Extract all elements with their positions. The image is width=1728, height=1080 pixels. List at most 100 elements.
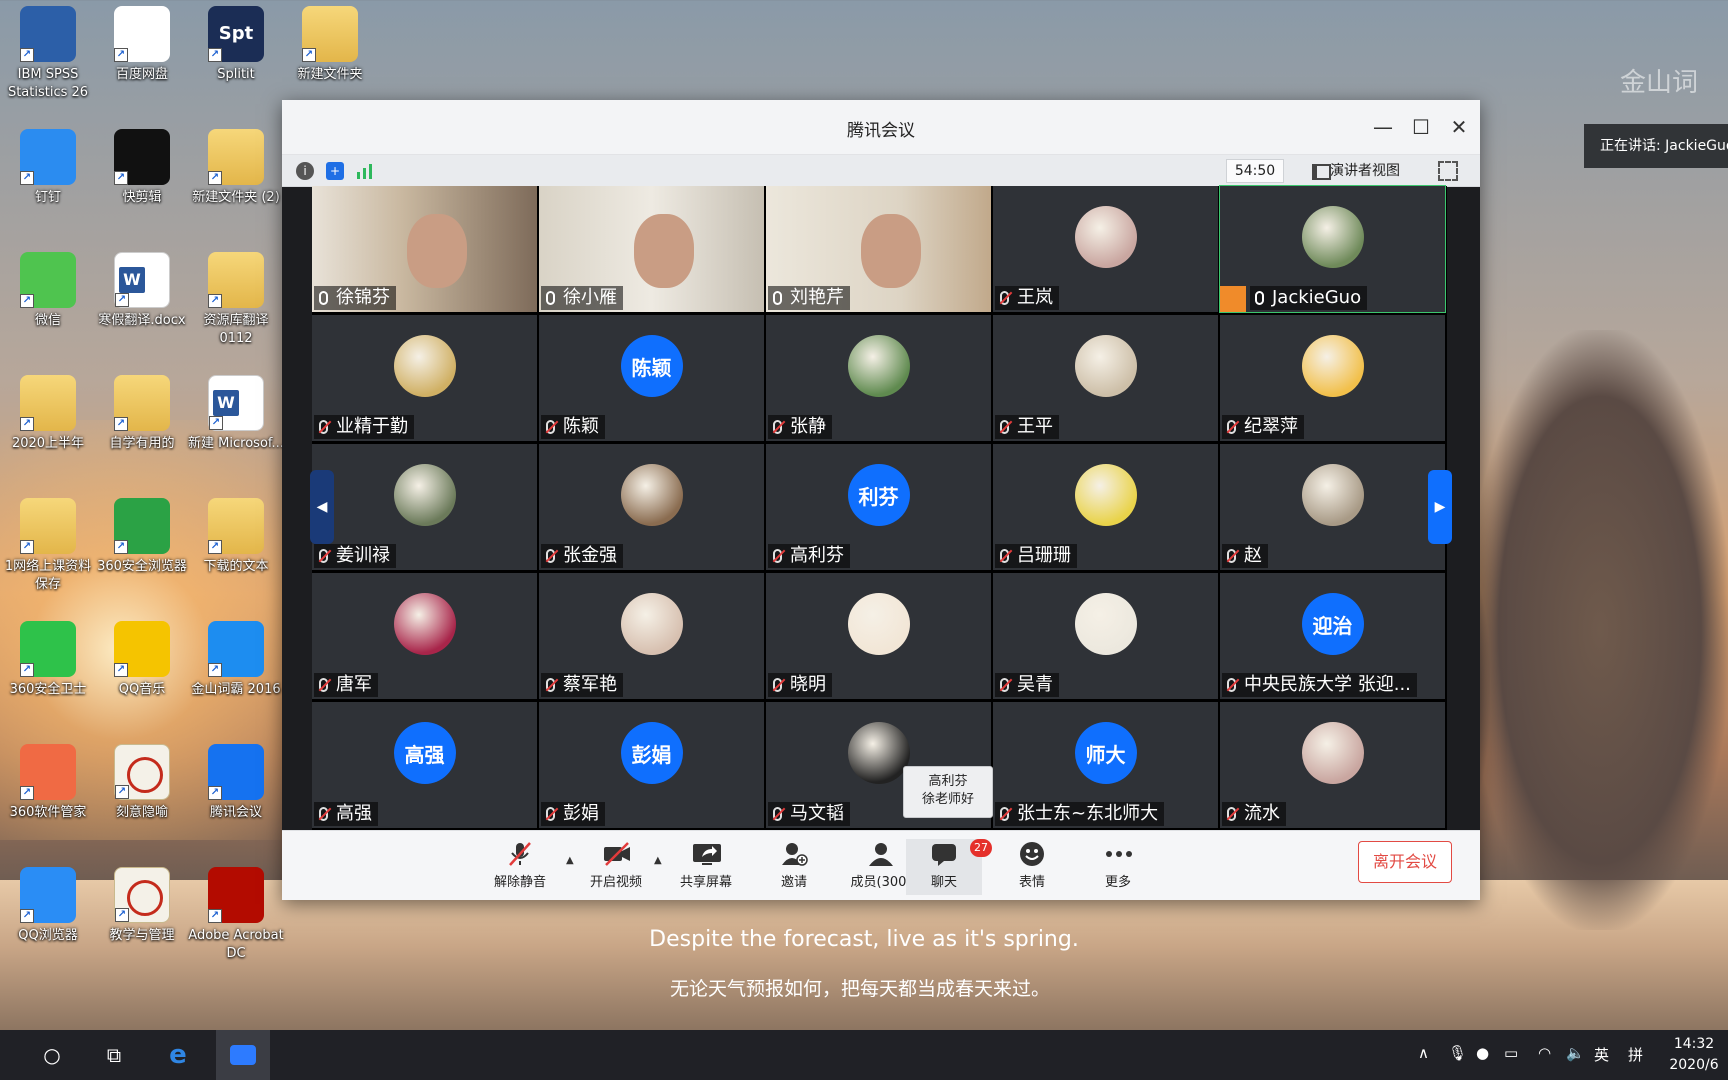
app-icon: ↗ xyxy=(208,867,264,923)
minimize-icon[interactable]: — xyxy=(1366,110,1400,144)
participant-tile[interactable]: JackieGuo xyxy=(1219,185,1446,313)
desktop-icon[interactable]: ↗ IBM SPSS Statistics 26 xyxy=(0,0,96,102)
participant-tile[interactable]: 赵 xyxy=(1220,444,1445,570)
shield-icon[interactable]: + xyxy=(326,162,344,180)
participant-name-label: 赵 xyxy=(1222,544,1268,568)
participant-tile[interactable]: 纪翠萍 xyxy=(1220,315,1445,441)
desktop-icon[interactable]: Spt ↗ Splitit xyxy=(188,0,284,84)
desktop-icon[interactable]: ↗ 百度网盘 xyxy=(94,0,190,84)
participant-tile[interactable]: 蔡军艳 xyxy=(539,573,764,699)
participant-name: 唐军 xyxy=(336,674,372,695)
close-icon[interactable]: ✕ xyxy=(1442,110,1476,144)
desktop-icon[interactable]: ↗ 新建 Microsof... xyxy=(188,369,284,453)
participant-tile[interactable]: 吴青 xyxy=(993,573,1218,699)
fullscreen-icon[interactable] xyxy=(1438,161,1458,181)
info-icon[interactable]: i xyxy=(296,162,314,180)
speaker-view-button[interactable]: 演讲者视图 xyxy=(1310,159,1400,183)
unmute-button[interactable]: 解除静音 xyxy=(482,839,558,895)
participant-tile[interactable]: 唐军 xyxy=(312,573,537,699)
audio-options-caret-icon[interactable]: ▲ xyxy=(566,855,574,866)
participant-tile[interactable]: 流水 xyxy=(1220,702,1445,828)
mic-muted-icon xyxy=(1000,807,1009,821)
participant-tile[interactable]: 张金强 xyxy=(539,444,764,570)
show-hidden-icons[interactable]: ∧ xyxy=(1418,1044,1429,1062)
desktop-icon[interactable]: ↗ 1网络上课资料保存 xyxy=(0,492,96,594)
mic-muted-icon xyxy=(506,841,534,867)
desktop-icon[interactable]: ↗ 寒假翻译.docx xyxy=(94,246,190,330)
mic-muted-icon xyxy=(1227,549,1236,563)
shortcut-arrow-icon: ↗ xyxy=(20,417,34,431)
shortcut-arrow-icon: ↗ xyxy=(208,48,222,62)
microphone-tray-icon[interactable]: 🎙 xyxy=(1448,1044,1467,1062)
tree-decoration xyxy=(1470,330,1728,930)
desktop-icon[interactable]: ↗ 资源库翻译0112 xyxy=(188,246,284,348)
participant-tile[interactable]: 师大 张士东~东北师大 xyxy=(993,702,1218,828)
participant-avatar xyxy=(1301,335,1364,397)
signal-icon[interactable] xyxy=(356,162,374,180)
desktop-icon[interactable]: ↗ 快剪辑 xyxy=(94,123,190,207)
participant-avatar xyxy=(620,593,683,655)
participant-tile[interactable]: 徐小雁 xyxy=(539,186,764,312)
participant-tile[interactable]: 刘艳芹 xyxy=(766,186,991,312)
shortcut-arrow-icon: ↗ xyxy=(208,786,222,800)
desktop-icon[interactable]: ↗ 360安全浏览器 xyxy=(94,492,190,576)
task-view-icon[interactable]: ⧉ xyxy=(90,1030,138,1080)
participant-tile[interactable]: 陈颖 陈颖 xyxy=(539,315,764,441)
desktop-icon[interactable]: ↗ QQ音乐 xyxy=(94,615,190,699)
chat-button[interactable]: 27 聊天 xyxy=(906,839,992,895)
video-options-caret-icon[interactable]: ▲ xyxy=(654,855,662,866)
participant-tile[interactable]: 王平 xyxy=(993,315,1218,441)
leave-meeting-button[interactable]: 离开会议 xyxy=(1358,841,1452,883)
desktop-icon[interactable]: ↗ 金山词霸 2016 xyxy=(188,615,284,699)
tencent-meeting-taskbar-icon[interactable] xyxy=(216,1030,270,1080)
desktop-icon[interactable]: ↗ 微信 xyxy=(0,246,96,330)
share-screen-button[interactable]: 共享屏幕 xyxy=(668,839,744,895)
app-tray-icon[interactable]: ● xyxy=(1476,1044,1489,1062)
participant-tile[interactable]: 彭娟 彭娟 xyxy=(539,702,764,828)
invite-button[interactable]: 邀请 xyxy=(756,839,832,895)
desktop-icon[interactable]: ↗ 腾讯会议 xyxy=(188,738,284,822)
participant-avatar xyxy=(1301,464,1364,526)
next-page-icon[interactable]: ▶ xyxy=(1428,470,1452,544)
participant-name-label: 姜训禄 xyxy=(314,544,396,568)
participant-avatar xyxy=(1074,464,1137,526)
emoji-button[interactable]: 表情 xyxy=(994,839,1070,895)
participant-tile[interactable]: 姜训禄 xyxy=(312,444,537,570)
participant-tile[interactable]: 高强 高强 xyxy=(312,702,537,828)
wifi-icon[interactable]: ◠ xyxy=(1538,1044,1551,1062)
ime-mode-icon[interactable]: 拼 xyxy=(1628,1044,1643,1065)
participant-tile[interactable]: 张静 xyxy=(766,315,991,441)
volume-icon[interactable]: 🔈 xyxy=(1566,1044,1585,1062)
participant-tile[interactable]: 利芬 高利芬 xyxy=(766,444,991,570)
maximize-icon[interactable]: ☐ xyxy=(1404,110,1438,144)
participant-tile[interactable]: 业精于勤 xyxy=(312,315,537,441)
edge-browser-icon[interactable]: e xyxy=(154,1030,202,1080)
participant-tile[interactable]: 王岚 xyxy=(993,186,1218,312)
desktop-icon[interactable]: ↗ 下载的文本 xyxy=(188,492,284,576)
participant-tile[interactable]: 徐锦芬 xyxy=(312,186,537,312)
cortana-search-icon[interactable]: ○ xyxy=(28,1030,76,1080)
participant-name: 吕珊珊 xyxy=(1017,545,1071,566)
watermark-text: 金山词 xyxy=(1620,68,1699,98)
participant-name-label: 高强 xyxy=(314,802,378,826)
more-button[interactable]: 更多 xyxy=(1080,839,1156,895)
desktop-icon[interactable]: ↗ 360安全卫士 xyxy=(0,615,96,699)
desktop-icon[interactable]: ↗ 新建文件夹 (2) xyxy=(188,123,284,207)
desktop-icon-label: 2020上半年 xyxy=(11,436,85,451)
desktop-icon[interactable]: ↗ 刻意隐喻 xyxy=(94,738,190,822)
prev-page-icon[interactable]: ◀ xyxy=(310,470,334,544)
desktop-icon[interactable]: ↗ 360软件管家 xyxy=(0,738,96,822)
desktop-icon[interactable]: ↗ 自学有用的 xyxy=(94,369,190,453)
ime-language-indicator[interactable]: 英 xyxy=(1594,1044,1609,1065)
participant-avatar xyxy=(620,464,683,526)
start-video-button[interactable]: 开启视频 xyxy=(578,839,654,895)
desktop-icon[interactable]: ↗ 钉钉 xyxy=(0,123,96,207)
chat-unread-badge: 27 xyxy=(970,839,992,857)
participant-tile[interactable]: 晓明 xyxy=(766,573,991,699)
system-clock[interactable]: 14:32 2020/6 xyxy=(1660,1034,1728,1076)
participant-tile[interactable]: 吕珊珊 xyxy=(993,444,1218,570)
battery-icon[interactable]: ▭ xyxy=(1504,1044,1518,1062)
desktop-icon[interactable]: ↗ 2020上半年 xyxy=(0,369,96,453)
desktop-icon[interactable]: ↗ 新建文件夹 xyxy=(282,0,378,84)
participant-tile[interactable]: 迎治 中央民族大学 张迎... xyxy=(1220,573,1445,699)
